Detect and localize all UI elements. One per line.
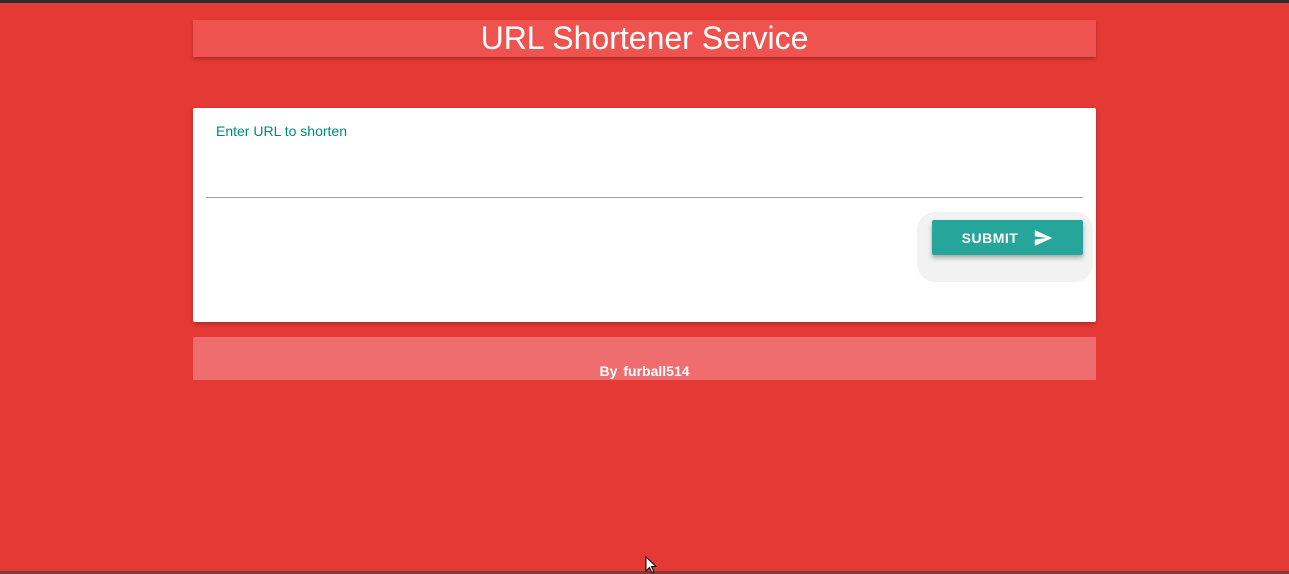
send-icon xyxy=(1035,229,1053,246)
footer-author: furball514 xyxy=(623,363,690,379)
url-input[interactable] xyxy=(206,148,1083,198)
page-header: URL Shortener Service xyxy=(193,20,1096,57)
page-footer: By furball514 xyxy=(193,337,1096,380)
url-input-label: Enter URL to shorten xyxy=(216,123,347,139)
submit-button-label: SUBMIT xyxy=(961,229,1019,246)
submit-button[interactable]: SUBMIT xyxy=(932,220,1083,255)
footer-prefix: By xyxy=(599,363,618,379)
window-top-border xyxy=(0,0,1289,3)
page-title: URL Shortener Service xyxy=(480,20,809,56)
footer-credit: By furball514 xyxy=(193,363,1096,379)
url-form-card: Enter URL to shorten SUBMIT xyxy=(193,108,1096,322)
